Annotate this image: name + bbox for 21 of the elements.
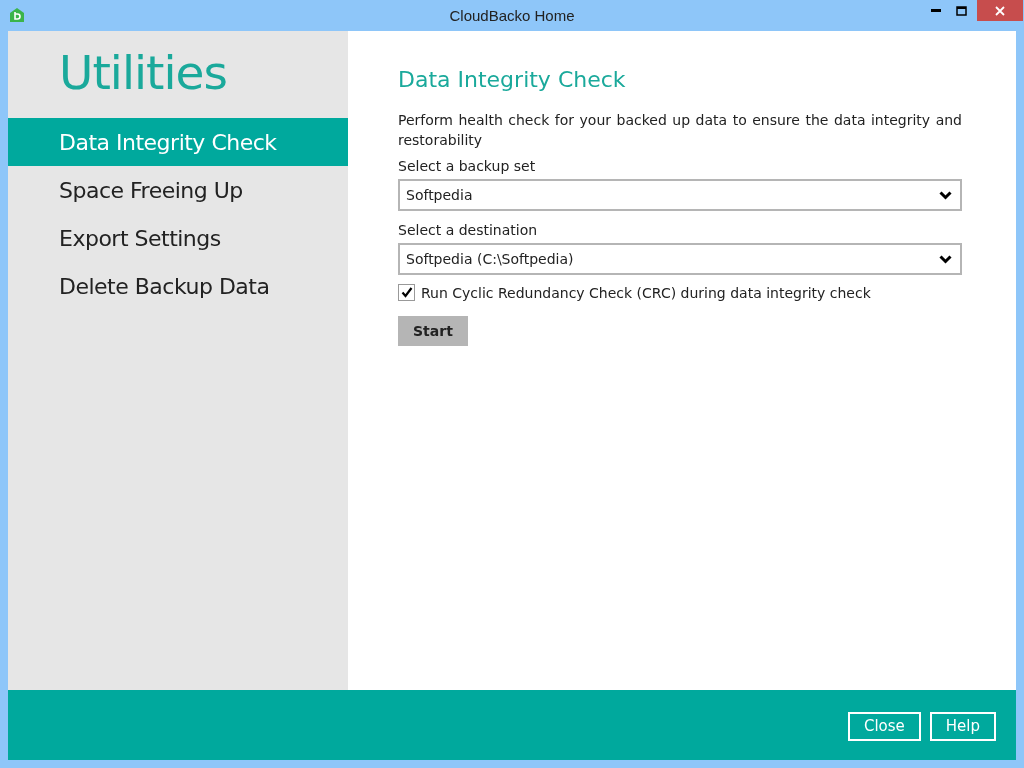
maximize-icon xyxy=(955,5,967,16)
sidebar-item[interactable]: Delete Backup Data xyxy=(8,262,348,310)
window-title: CloudBacko Home xyxy=(449,7,575,24)
sidebar-item[interactable]: Space Freeing Up xyxy=(8,166,348,214)
checkbox-label: Run Cyclic Redundancy Check (CRC) during data integrity check xyxy=(421,284,871,301)
crc-checkbox[interactable] xyxy=(398,284,415,301)
sidebar-title: Utilities xyxy=(59,45,228,100)
start-button[interactable]: Start xyxy=(398,316,468,346)
field-label: Select a destination xyxy=(398,222,539,238)
close-window-button[interactable] xyxy=(977,0,1023,21)
sidebar-item[interactable]: Export Settings xyxy=(8,214,348,262)
chevron-down-icon xyxy=(939,190,952,200)
dropdown-field[interactable]: Softpedia (C:\Softpedia) xyxy=(398,243,962,275)
description-text: Perform health check for your backed up data to ensure the data integrity and restorability xyxy=(398,111,962,150)
minimize-icon xyxy=(931,9,941,12)
chevron-down-icon xyxy=(939,254,952,264)
field-label: Select a backup set xyxy=(398,158,537,174)
dropdown-field[interactable]: Softpedia xyxy=(398,179,962,211)
section-heading: Data Integrity Check xyxy=(398,67,627,92)
close-icon xyxy=(995,5,1005,16)
app-logo-icon xyxy=(9,7,25,23)
